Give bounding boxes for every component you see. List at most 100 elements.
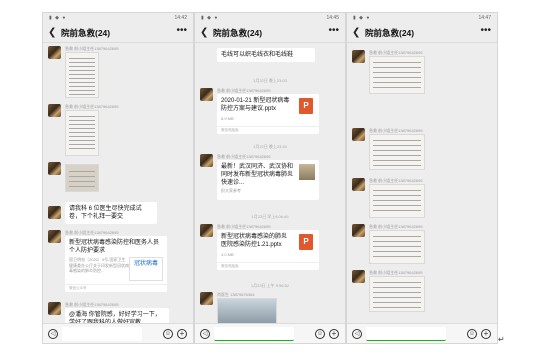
screenshot-image[interactable] bbox=[369, 276, 425, 312]
message-bubble[interactable]: 毛线可以织毛线衣和毛线鞋 bbox=[217, 48, 315, 62]
status-icons: ▮ ◆ ● bbox=[353, 15, 371, 21]
status-bar: ▮ ◆ ● 14:47 bbox=[347, 13, 497, 23]
avatar[interactable] bbox=[352, 50, 365, 63]
more-icon[interactable]: ••• bbox=[328, 25, 339, 36]
chat-screen-3: ▮ ◆ ● 14:47 ❮ 院前急救(24) ••• 急救 前小姐主任13879… bbox=[346, 12, 498, 344]
timestamp: 1月23日 上午 9:56:52 bbox=[250, 283, 290, 288]
status-time: 14:42 bbox=[174, 15, 187, 21]
screenshot-image[interactable] bbox=[369, 134, 425, 170]
input-bar: ◁ ☺ + bbox=[43, 323, 193, 343]
link-card[interactable]: 最新！武汉同济、武汉协和同时发布新型冠状病毒肺炎快速诊... 织大家参考 bbox=[217, 160, 319, 200]
avatar[interactable] bbox=[352, 128, 365, 141]
emoji-icon[interactable]: ☺ bbox=[467, 329, 477, 339]
avatar[interactable] bbox=[200, 224, 213, 237]
message-item: 请我科 6 位医生尽快完成试卷，下个礼拜一要交 bbox=[48, 202, 189, 228]
link-title: 最新！武汉同济、武汉协和同时发布新型冠状病毒肺炎快速诊... bbox=[221, 164, 294, 186]
avatar[interactable] bbox=[48, 302, 61, 315]
message-list[interactable]: 急救 前小姐主任13879642695 急救 前小姐主任13879642695 bbox=[43, 44, 193, 330]
message-item: 急救 前小姐主任13879642695 bbox=[352, 224, 493, 264]
message-item bbox=[48, 162, 189, 192]
emoji-icon[interactable]: ☺ bbox=[315, 329, 325, 339]
timestamp: 1月22日 晚上23:03 bbox=[253, 78, 287, 83]
chat-title: 院前急救(24) bbox=[61, 28, 111, 38]
input-bar: ◁ ☺ + bbox=[195, 323, 345, 343]
voice-icon[interactable]: ◁ bbox=[352, 329, 362, 339]
avatar[interactable] bbox=[352, 270, 365, 283]
avatar[interactable] bbox=[200, 292, 213, 305]
status-time: 14:47 bbox=[478, 15, 491, 21]
ppt-file-icon: P bbox=[299, 234, 313, 250]
avatar[interactable] bbox=[352, 178, 365, 191]
avatar[interactable] bbox=[48, 46, 61, 59]
message-item: 急救 前小姐主任13879642695 bbox=[352, 270, 493, 314]
avatar[interactable] bbox=[200, 88, 213, 101]
document-photo[interactable] bbox=[65, 164, 99, 192]
chat-title: 院前急救(24) bbox=[213, 28, 263, 38]
link-thumbnail bbox=[299, 164, 315, 180]
status-bar: ▮ ◆ ● 14:42 bbox=[43, 13, 193, 23]
document-photo[interactable] bbox=[65, 52, 99, 98]
message-input[interactable] bbox=[62, 327, 142, 341]
card-title: 新型冠状病毒感染防控和医务人员个人防护要求 bbox=[69, 240, 160, 254]
screenshot-image[interactable] bbox=[369, 56, 425, 94]
avatar[interactable] bbox=[48, 230, 61, 243]
status-icons: ▮ ◆ ● bbox=[49, 15, 67, 21]
message-list[interactable]: 急救 前小姐主任13879642695 急救 前小姐主任13879642695 … bbox=[347, 44, 497, 323]
message-item: 急救 前小姐主任13879642695 bbox=[352, 128, 493, 172]
chat-title: 院前急救(24) bbox=[365, 28, 415, 38]
chat-screen-1: ▮ ◆ ● 14:42 ❮ 院前急救(24) ••• 急救 前小姐主任13879… bbox=[42, 12, 194, 344]
card-description: 国卫明电（2020）9号-国家卫生健康委办公厅关于印发新型冠状病毒感染的肺炎防控… bbox=[69, 257, 129, 273]
avatar[interactable] bbox=[352, 224, 365, 237]
more-icon[interactable]: ••• bbox=[480, 25, 491, 36]
file-size: 4.0 MB bbox=[221, 252, 234, 257]
chat-header: ❮ 院前急救(24) ••• bbox=[43, 23, 193, 43]
avatar[interactable] bbox=[48, 104, 61, 117]
screenshot-image[interactable] bbox=[369, 230, 425, 264]
message-item: 急救 前小姐主任13879642695 bbox=[48, 104, 189, 158]
status-bar: ▮ ◆ ● 14:45 bbox=[195, 13, 345, 23]
input-bar: ◁ ☺ + bbox=[347, 323, 497, 343]
chat-header: ❮ 院前急救(24) ••• bbox=[195, 23, 345, 43]
ppt-file-icon: P bbox=[299, 98, 313, 114]
message-list[interactable]: 毛线可以织毛线衣和毛线鞋 1月22日 晚上23:03 急救 前小姐主任13879… bbox=[195, 44, 345, 332]
message-item: 急救 前小姐主任13879642695 新型冠状病毒感染防控和医务人员个人防护要… bbox=[48, 230, 189, 296]
message-input[interactable] bbox=[214, 327, 294, 341]
message-item: 急救 前小姐主任13879642695 最新！武汉同济、武汉协和同时发布新型冠状… bbox=[200, 154, 341, 204]
message-bubble[interactable]: 请我科 6 位医生尽快完成试卷，下个礼拜一要交 bbox=[65, 202, 157, 224]
message-item: 急救 前小姐主任13879642695 2020-01-21 新型冠状病毒防控方… bbox=[200, 88, 341, 138]
message-item: 毛线可以织毛线衣和毛线鞋 bbox=[200, 48, 341, 62]
card-thumbnail: 冠状病毒 bbox=[129, 257, 163, 281]
file-source: 微信电脑版 bbox=[217, 126, 319, 134]
back-icon[interactable]: ❮ bbox=[352, 27, 360, 38]
file-attachment[interactable]: 2020-01-21 新型冠状病毒防控方案与建议.pptx 8.9 MB P 微… bbox=[217, 94, 319, 134]
file-name: 2020-01-21 新型冠状病毒防控方案与建议.pptx bbox=[221, 98, 290, 112]
timestamp: 1月22日 晚上23:43 bbox=[253, 144, 287, 149]
link-source: 织大家参考 bbox=[221, 188, 241, 193]
back-icon[interactable]: ❮ bbox=[200, 27, 208, 38]
status-icons: ▮ ◆ ● bbox=[201, 15, 219, 21]
article-card[interactable]: 新型冠状病毒感染防控和医务人员个人防护要求 国卫明电（2020）9号-国家卫生健… bbox=[65, 236, 167, 292]
voice-icon[interactable]: ◁ bbox=[48, 329, 58, 339]
message-item: 急救 前小姐主任13879642695 bbox=[48, 46, 189, 100]
message-input[interactable] bbox=[366, 327, 446, 341]
plus-icon[interactable]: + bbox=[329, 329, 339, 339]
timestamp: 1月23日 早上8:06:46 bbox=[251, 214, 289, 219]
chat-header: ❮ 院前急救(24) ••• bbox=[347, 23, 497, 43]
avatar[interactable] bbox=[48, 162, 61, 175]
chat-screen-2: ▮ ◆ ● 14:45 ❮ 院前急救(24) ••• 毛线可以织毛线衣和毛线鞋 … bbox=[194, 12, 346, 344]
avatar[interactable] bbox=[48, 206, 61, 219]
file-attachment[interactable]: 新型冠状病毒感染的肺炎医院感染防控1.21.pptx 4.0 MB P 微信电脑… bbox=[217, 230, 319, 270]
back-icon[interactable]: ❮ bbox=[48, 27, 56, 38]
screenshot-image[interactable] bbox=[369, 184, 425, 218]
document-photo[interactable] bbox=[65, 110, 99, 156]
avatar[interactable] bbox=[200, 154, 213, 167]
more-icon[interactable]: ••• bbox=[176, 25, 187, 36]
voice-icon[interactable]: ◁ bbox=[200, 329, 210, 339]
emoji-icon[interactable]: ☺ bbox=[163, 329, 173, 339]
plus-icon[interactable]: + bbox=[481, 329, 491, 339]
file-source: 微信电脑版 bbox=[217, 262, 319, 270]
plus-icon[interactable]: + bbox=[177, 329, 187, 339]
file-name: 新型冠状病毒感染的肺炎医院感染防控1.21.pptx bbox=[221, 234, 288, 248]
message-item: 急救 前小姐主任13879642695 bbox=[352, 178, 493, 218]
paragraph-return-icon: ↵ bbox=[498, 335, 505, 344]
